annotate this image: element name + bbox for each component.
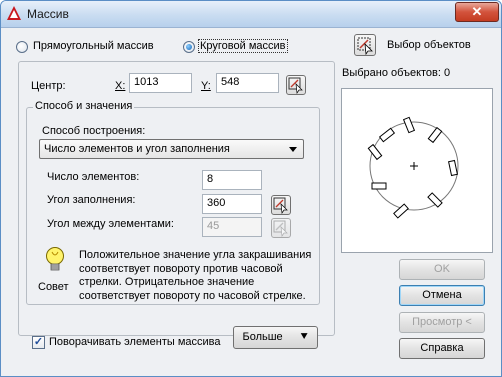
ok-button[interactable]: OK bbox=[399, 259, 485, 280]
autocad-app-icon bbox=[7, 6, 21, 20]
count-label: Число элементов: bbox=[47, 171, 140, 183]
center-y-input[interactable]: 548 bbox=[216, 73, 279, 93]
polar-array-label[interactable]: Круговой массив bbox=[198, 39, 288, 53]
array-dialog: Массив ✕ Прямоугольный массив Круговой м… bbox=[0, 0, 502, 377]
dialog-client-area: Прямоугольный массив Круговой массив Выб… bbox=[5, 28, 497, 373]
center-x-label: X: bbox=[115, 80, 126, 92]
help-button[interactable]: Справка bbox=[399, 338, 485, 359]
between-angle-input[interactable]: 45 bbox=[202, 217, 262, 237]
pick-point-icon bbox=[288, 77, 303, 94]
tip-line-2: соответствует повороту против часовой bbox=[79, 262, 283, 275]
rotate-items-label[interactable]: Поворачивать элементы массива bbox=[49, 336, 220, 348]
center-label: Центр: bbox=[31, 80, 66, 92]
select-objects-icon bbox=[357, 37, 373, 56]
between-angle-label: Угол между элементами: bbox=[47, 218, 174, 230]
close-icon: ✕ bbox=[471, 4, 483, 19]
pick-center-button[interactable] bbox=[286, 75, 306, 95]
fill-angle-input[interactable]: 360 bbox=[202, 194, 262, 214]
close-button[interactable]: ✕ bbox=[455, 2, 499, 22]
select-objects-button[interactable] bbox=[354, 34, 376, 56]
tip-text: Положительное значение угла закрашивания… bbox=[79, 249, 311, 303]
pick-between-angle-button[interactable] bbox=[271, 218, 291, 238]
preview-button[interactable]: Просмотр < bbox=[399, 312, 485, 333]
preview-area bbox=[341, 88, 493, 253]
method-select-value: Число элементов и угол заполнения bbox=[44, 143, 230, 155]
method-label: Способ построения: bbox=[42, 125, 146, 137]
rectangular-array-label[interactable]: Прямоугольный массив bbox=[33, 40, 154, 52]
lightbulb-icon bbox=[46, 247, 64, 271]
method-select[interactable]: Число элементов и угол заполнения bbox=[39, 139, 304, 159]
count-input[interactable]: 8 bbox=[202, 170, 262, 190]
cancel-button[interactable]: Отмена bbox=[399, 285, 485, 306]
pick-angle-disabled-icon bbox=[273, 220, 288, 237]
tip-line-3: стрелки. Отрицательное значение bbox=[79, 276, 255, 288]
center-x-input[interactable]: 1013 bbox=[129, 73, 192, 93]
more-button-label: Больше bbox=[242, 331, 283, 343]
tip-label: Совет bbox=[38, 281, 69, 293]
double-chevron-down-icon: ⯆ bbox=[299, 331, 309, 343]
tip-line-1: Положительное значение угла закрашивания bbox=[79, 249, 312, 261]
tip-line-4: соответствует повороту по часовой стрелк… bbox=[79, 289, 306, 302]
chevron-down-icon bbox=[289, 147, 297, 152]
title-bar[interactable]: Массив ✕ bbox=[1, 1, 501, 28]
polar-array-radio[interactable] bbox=[183, 41, 195, 53]
more-button[interactable]: Больше ⯆ bbox=[233, 326, 318, 349]
center-y-label: Y: bbox=[201, 80, 211, 92]
polar-array-preview bbox=[367, 116, 459, 219]
method-values-title: Способ и значения bbox=[33, 100, 135, 112]
selected-objects-count: Выбрано объектов: 0 bbox=[342, 67, 451, 79]
select-objects-label: Выбор объектов bbox=[387, 39, 471, 51]
pick-angle-icon bbox=[273, 197, 288, 214]
pick-fill-angle-button[interactable] bbox=[271, 195, 291, 215]
rectangular-array-radio[interactable] bbox=[16, 41, 28, 53]
window-title: Массив bbox=[27, 7, 69, 21]
rotate-items-checkbox[interactable]: ✓ bbox=[32, 336, 45, 349]
fill-angle-label: Угол заполнения: bbox=[47, 194, 136, 206]
